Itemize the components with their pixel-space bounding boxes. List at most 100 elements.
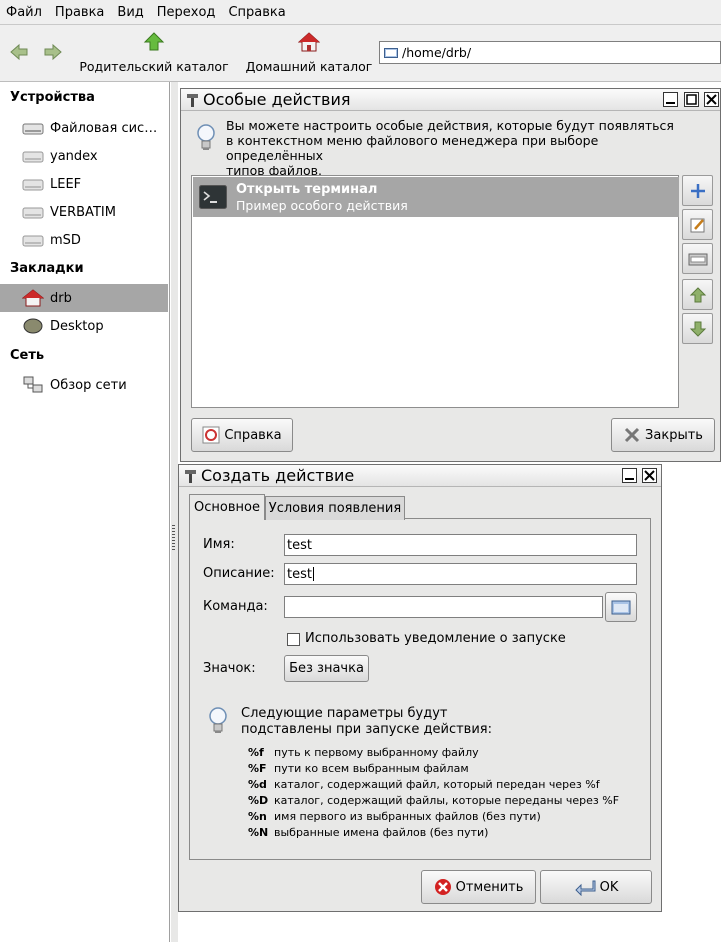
folder-open-icon — [611, 600, 631, 615]
info-line-1: Вы можете настроить особые действия, кот… — [226, 118, 674, 133]
edit-action-button[interactable] — [682, 209, 713, 240]
tab-appearance-conditions[interactable]: Условия появления — [265, 496, 405, 520]
params-intro-line-2: подставлены при запуске действия: — [241, 722, 492, 737]
close-icon[interactable] — [704, 92, 719, 107]
lightbulb-icon — [209, 707, 227, 733]
create-action-titlebar[interactable]: Создать действие — [179, 465, 661, 487]
param-text: выбранные имена файлов (без пути) — [274, 826, 489, 839]
param-code: %d — [248, 778, 267, 791]
actions-list[interactable]: Открыть терминал Пример особого действия — [191, 175, 679, 408]
delete-action-button[interactable] — [682, 243, 713, 274]
sidebar-item-filesystem[interactable]: Файловая сис… — [0, 114, 168, 142]
dialog-title: Создать действие — [201, 466, 355, 485]
param-text: пути ко всем выбранным файлам — [274, 762, 469, 775]
sidebar-item-verbatim[interactable]: VERBATIM — [0, 198, 168, 226]
forward-arrow-icon[interactable] — [42, 41, 64, 63]
wrench-icon — [187, 93, 198, 107]
maximize-icon[interactable] — [684, 92, 699, 107]
close-icon[interactable] — [642, 468, 657, 483]
up-arrow-icon — [143, 32, 165, 51]
notify-checkbox[interactable] — [287, 633, 300, 646]
parent-folder-button[interactable]: Родительский каталог — [74, 31, 234, 74]
sidebar-item-leef[interactable]: LEEF — [0, 170, 168, 198]
action-description: Пример особого действия — [236, 198, 408, 213]
sidebar-item-drb[interactable]: drb — [0, 284, 168, 312]
location-field[interactable]: /home/drb/ — [379, 41, 721, 64]
browse-command-button[interactable] — [605, 592, 637, 622]
lightbulb-icon — [197, 124, 215, 150]
delete-icon — [688, 253, 707, 265]
sidebar: Устройства Файловая сис… yandex LEEF VER… — [0, 82, 170, 942]
menu-go[interactable]: Переход — [157, 5, 216, 20]
desktop-icon — [23, 318, 43, 334]
param-text: каталог, содержащий файл, который переда… — [274, 778, 600, 791]
up-arrow-icon — [689, 286, 706, 302]
parent-folder-label: Родительский каталог — [79, 59, 229, 74]
help-button[interactable]: Справка — [191, 418, 293, 452]
action-row-open-terminal[interactable]: Открыть терминал Пример особого действия — [193, 177, 679, 217]
drive-icon — [22, 151, 44, 163]
menubar: Файл Правка Вид Переход Справка — [0, 0, 721, 25]
param-code: %f — [248, 746, 264, 759]
edit-icon — [690, 218, 704, 232]
sidebar-item-label: VERBATIM — [50, 204, 116, 220]
move-down-button[interactable] — [682, 313, 713, 344]
drive-icon — [22, 207, 44, 219]
notify-label: Использовать уведомление о запуске — [305, 631, 566, 646]
sidebar-item-label: LEEF — [50, 176, 82, 192]
cancel-button[interactable]: Отменить — [421, 870, 536, 904]
dialog-title: Особые действия — [203, 90, 351, 109]
params-intro-line-1: Следующие параметры будут — [241, 706, 448, 721]
move-up-button[interactable] — [682, 279, 713, 310]
command-field[interactable] — [284, 596, 603, 618]
home-icon — [22, 289, 44, 307]
description-field[interactable]: test — [284, 563, 637, 585]
cancel-icon — [434, 879, 451, 895]
menu-view[interactable]: Вид — [117, 5, 143, 20]
home-folder-label: Домашний каталог — [245, 59, 373, 74]
no-icon-button[interactable]: Без значка — [284, 655, 369, 682]
plus-icon — [690, 183, 705, 198]
add-action-button[interactable] — [682, 175, 713, 206]
sidebar-item-label: Обзор сети — [50, 377, 127, 393]
terminal-icon — [199, 185, 227, 209]
menu-help[interactable]: Справка — [228, 5, 285, 20]
network-heading: Сеть — [10, 348, 45, 363]
network-icon — [23, 376, 43, 393]
toolbar: Родительский каталог Домашний каталог /h… — [0, 25, 721, 82]
action-name: Открыть терминал — [236, 182, 378, 197]
minimize-icon[interactable] — [663, 92, 678, 107]
drive-icon — [22, 179, 44, 191]
tab-basic[interactable]: Основное — [189, 494, 265, 520]
param-code: %D — [248, 794, 269, 807]
drive-icon — [22, 123, 44, 135]
sidebar-item-label: yandex — [50, 148, 98, 164]
help-label: Справка — [224, 427, 282, 443]
back-arrow-icon[interactable] — [8, 41, 30, 63]
sidebar-item-desktop[interactable]: Desktop — [0, 312, 168, 340]
home-folder-button[interactable]: Домашний каталог — [242, 31, 376, 74]
menu-edit[interactable]: Правка — [55, 5, 104, 20]
param-code: %N — [248, 826, 269, 839]
close-label: Закрыть — [645, 427, 703, 443]
sidebar-item-yandex[interactable]: yandex — [0, 142, 168, 170]
minimize-icon[interactable] — [622, 468, 637, 483]
name-value: test — [287, 537, 312, 553]
description-label: Описание: — [203, 566, 275, 581]
ok-button[interactable]: OK — [540, 870, 652, 904]
wrench-icon — [185, 469, 196, 483]
home-icon — [297, 32, 321, 52]
name-field[interactable]: test — [284, 534, 637, 556]
no-icon-label: Без значка — [289, 661, 364, 676]
menu-file[interactable]: Файл — [6, 5, 42, 20]
pane-grip[interactable] — [172, 525, 175, 551]
sidebar-item-network[interactable]: Обзор сети — [0, 371, 168, 399]
param-row: %n имя первого из выбранных файлов (без п… — [248, 810, 541, 823]
param-text: путь к первому выбранному файлу — [274, 746, 479, 759]
sidebar-item-msd[interactable]: mSD — [0, 226, 168, 254]
custom-actions-titlebar[interactable]: Особые действия — [181, 89, 720, 111]
sidebar-item-label: Desktop — [50, 318, 104, 334]
pane-separator[interactable] — [170, 82, 178, 942]
description-value: test — [287, 566, 312, 582]
close-dialog-button[interactable]: Закрыть — [611, 418, 715, 452]
